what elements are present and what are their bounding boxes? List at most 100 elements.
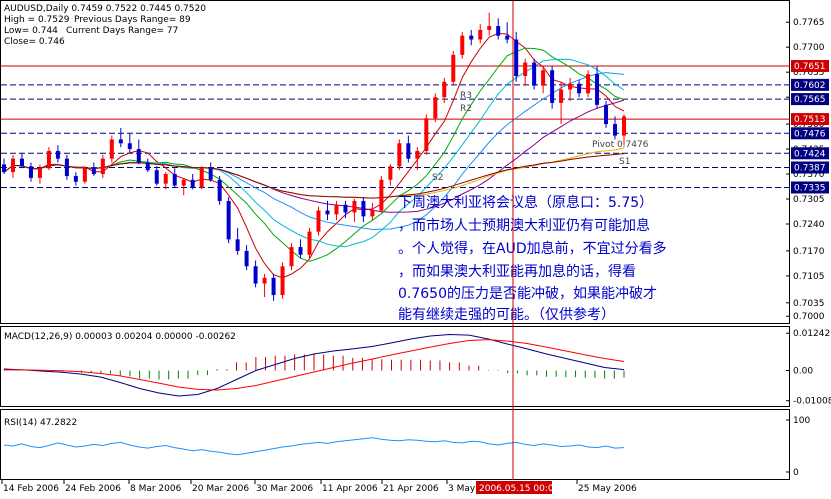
candle-body bbox=[496, 26, 501, 36]
annotation-line: 0.7650的压力是否能冲破，如果能冲破才 bbox=[398, 286, 657, 302]
candle-body bbox=[82, 168, 87, 182]
price-levels bbox=[1, 65, 790, 188]
candle-body bbox=[298, 247, 303, 255]
main-panel-frame bbox=[0, 0, 790, 324]
candle-body bbox=[406, 143, 411, 159]
x-tick-label: 11 Apr 2006 bbox=[322, 484, 378, 494]
candle-body bbox=[10, 158, 15, 173]
annotation-line: ，而市场人士预期澳大利亚仍有可能加息 bbox=[398, 217, 650, 234]
price-badge-label: 0.7335 bbox=[794, 183, 826, 193]
candle-body bbox=[550, 70, 555, 103]
candle-body bbox=[478, 29, 483, 40]
y-tick-label: -0.01008 bbox=[793, 397, 831, 407]
candle-body bbox=[604, 104, 609, 125]
candle-body bbox=[172, 174, 177, 186]
candle-body bbox=[145, 162, 150, 171]
r2-label: R2 bbox=[460, 104, 472, 114]
y-tick-label: 0.00 bbox=[793, 367, 813, 377]
candle-body bbox=[127, 143, 132, 150]
macd-title: MACD(12,26,9) 0.00003 0.00204 0.00000 -0… bbox=[4, 332, 236, 342]
candle-body bbox=[451, 54, 456, 82]
candle-body bbox=[460, 35, 465, 55]
candle-body bbox=[505, 35, 510, 40]
candle-body bbox=[433, 97, 438, 119]
y-tick-label: 0.7765 bbox=[793, 18, 825, 28]
low-text: Low= 0.744 bbox=[4, 26, 58, 36]
candle-body bbox=[577, 83, 582, 94]
annotation-text: 下周澳大利亚将会议息（原息口：5.75） ，而市场人士预期澳大利亚仍有可能加息 … bbox=[398, 194, 667, 323]
candle-body bbox=[334, 204, 339, 215]
candle-body bbox=[235, 239, 240, 251]
chart-canvas[interactable]: 0.77650.77000.76350.75700.75000.74350.73… bbox=[0, 0, 831, 495]
s2-label: S2 bbox=[432, 173, 443, 183]
x-tick-label: 20 Mar 2006 bbox=[192, 484, 249, 494]
candle-body bbox=[2, 164, 6, 173]
price-badge-label: 0.7602 bbox=[794, 81, 826, 91]
price-badge-label: 0.7387 bbox=[794, 163, 826, 173]
x-tick-label: 14 Feb 2006 bbox=[3, 484, 59, 494]
y-tick-label: 100 bbox=[793, 416, 810, 426]
y-tick-label: 0.7700 bbox=[793, 43, 825, 53]
candle-body bbox=[532, 62, 537, 86]
price-badge-label: 0.7651 bbox=[794, 62, 826, 72]
candle-body bbox=[280, 266, 285, 296]
candle-body bbox=[361, 200, 366, 217]
candle-body bbox=[163, 174, 168, 184]
candle-body bbox=[217, 179, 222, 201]
candle-body bbox=[46, 150, 51, 169]
candle-body bbox=[523, 62, 528, 77]
candle-body bbox=[118, 139, 123, 144]
x-tick-label: 21 Apr 2006 bbox=[383, 484, 439, 494]
candle-body bbox=[262, 277, 267, 284]
candle-body bbox=[73, 175, 78, 182]
candle-body bbox=[19, 158, 24, 167]
candle-body bbox=[109, 139, 114, 159]
candle-body bbox=[424, 118, 429, 151]
price-badge-label: 0.7476 bbox=[794, 129, 826, 139]
candle-body bbox=[226, 200, 231, 240]
candle-body bbox=[208, 168, 213, 180]
candle-body bbox=[388, 166, 393, 180]
moving-average-line bbox=[3, 147, 625, 199]
r3-label: R3 bbox=[460, 91, 472, 101]
candle-body bbox=[370, 210, 375, 217]
y-tick-label: 0.7105 bbox=[793, 272, 825, 282]
candle-body bbox=[28, 166, 33, 178]
candle-body bbox=[415, 150, 420, 159]
candle-body bbox=[37, 168, 42, 178]
candle-body bbox=[91, 168, 96, 175]
y-tick-label: 0.7000 bbox=[793, 312, 825, 322]
price-badge-label: 0.7513 bbox=[794, 115, 826, 125]
y-tick-label: 0.7035 bbox=[793, 299, 825, 309]
rsi-title: RSI(14) 47.2822 bbox=[4, 418, 77, 428]
candle-body bbox=[514, 39, 519, 77]
high-text: High = 0.7529 bbox=[4, 15, 70, 25]
moving-average-line bbox=[3, 153, 625, 199]
rsi-line bbox=[3, 437, 625, 456]
y-tick-label: 0.01242 bbox=[793, 329, 830, 339]
x-tick-label: 8 Mar 2006 bbox=[130, 484, 182, 494]
candle-body bbox=[64, 158, 69, 176]
candle-body bbox=[199, 168, 204, 188]
cursor-date-label: 2006.05.15 00:00 bbox=[479, 484, 560, 494]
candle-body bbox=[469, 35, 474, 40]
symbol-info: AUDUSD,Daily 0.7459 0.7522 0.7445 0.7520 bbox=[4, 4, 206, 14]
candle-body bbox=[253, 266, 258, 284]
x-tick-label: 25 May 2006 bbox=[578, 484, 637, 494]
candle-body bbox=[316, 210, 321, 232]
y-tick-label: 0 bbox=[793, 468, 799, 478]
candle-body bbox=[136, 149, 141, 163]
annotation-line: ，而如果澳大利亚能再加息的话，得看 bbox=[398, 263, 636, 280]
candle-body bbox=[343, 204, 348, 213]
curr-range-text: Current Days Range= 77 bbox=[66, 26, 178, 36]
candle-body bbox=[181, 179, 186, 186]
candle-body bbox=[190, 179, 195, 188]
candle-body bbox=[622, 116, 626, 136]
y-tick-label: 0.7240 bbox=[793, 220, 825, 230]
candle-body bbox=[379, 179, 384, 211]
annotation-line: 下周澳大利亚将会议息（原息口：5.75） bbox=[398, 194, 653, 211]
candle-body bbox=[613, 124, 618, 136]
candle-body bbox=[397, 143, 402, 167]
x-tick-label: 30 Mar 2006 bbox=[256, 484, 313, 494]
candle-body bbox=[595, 74, 600, 105]
